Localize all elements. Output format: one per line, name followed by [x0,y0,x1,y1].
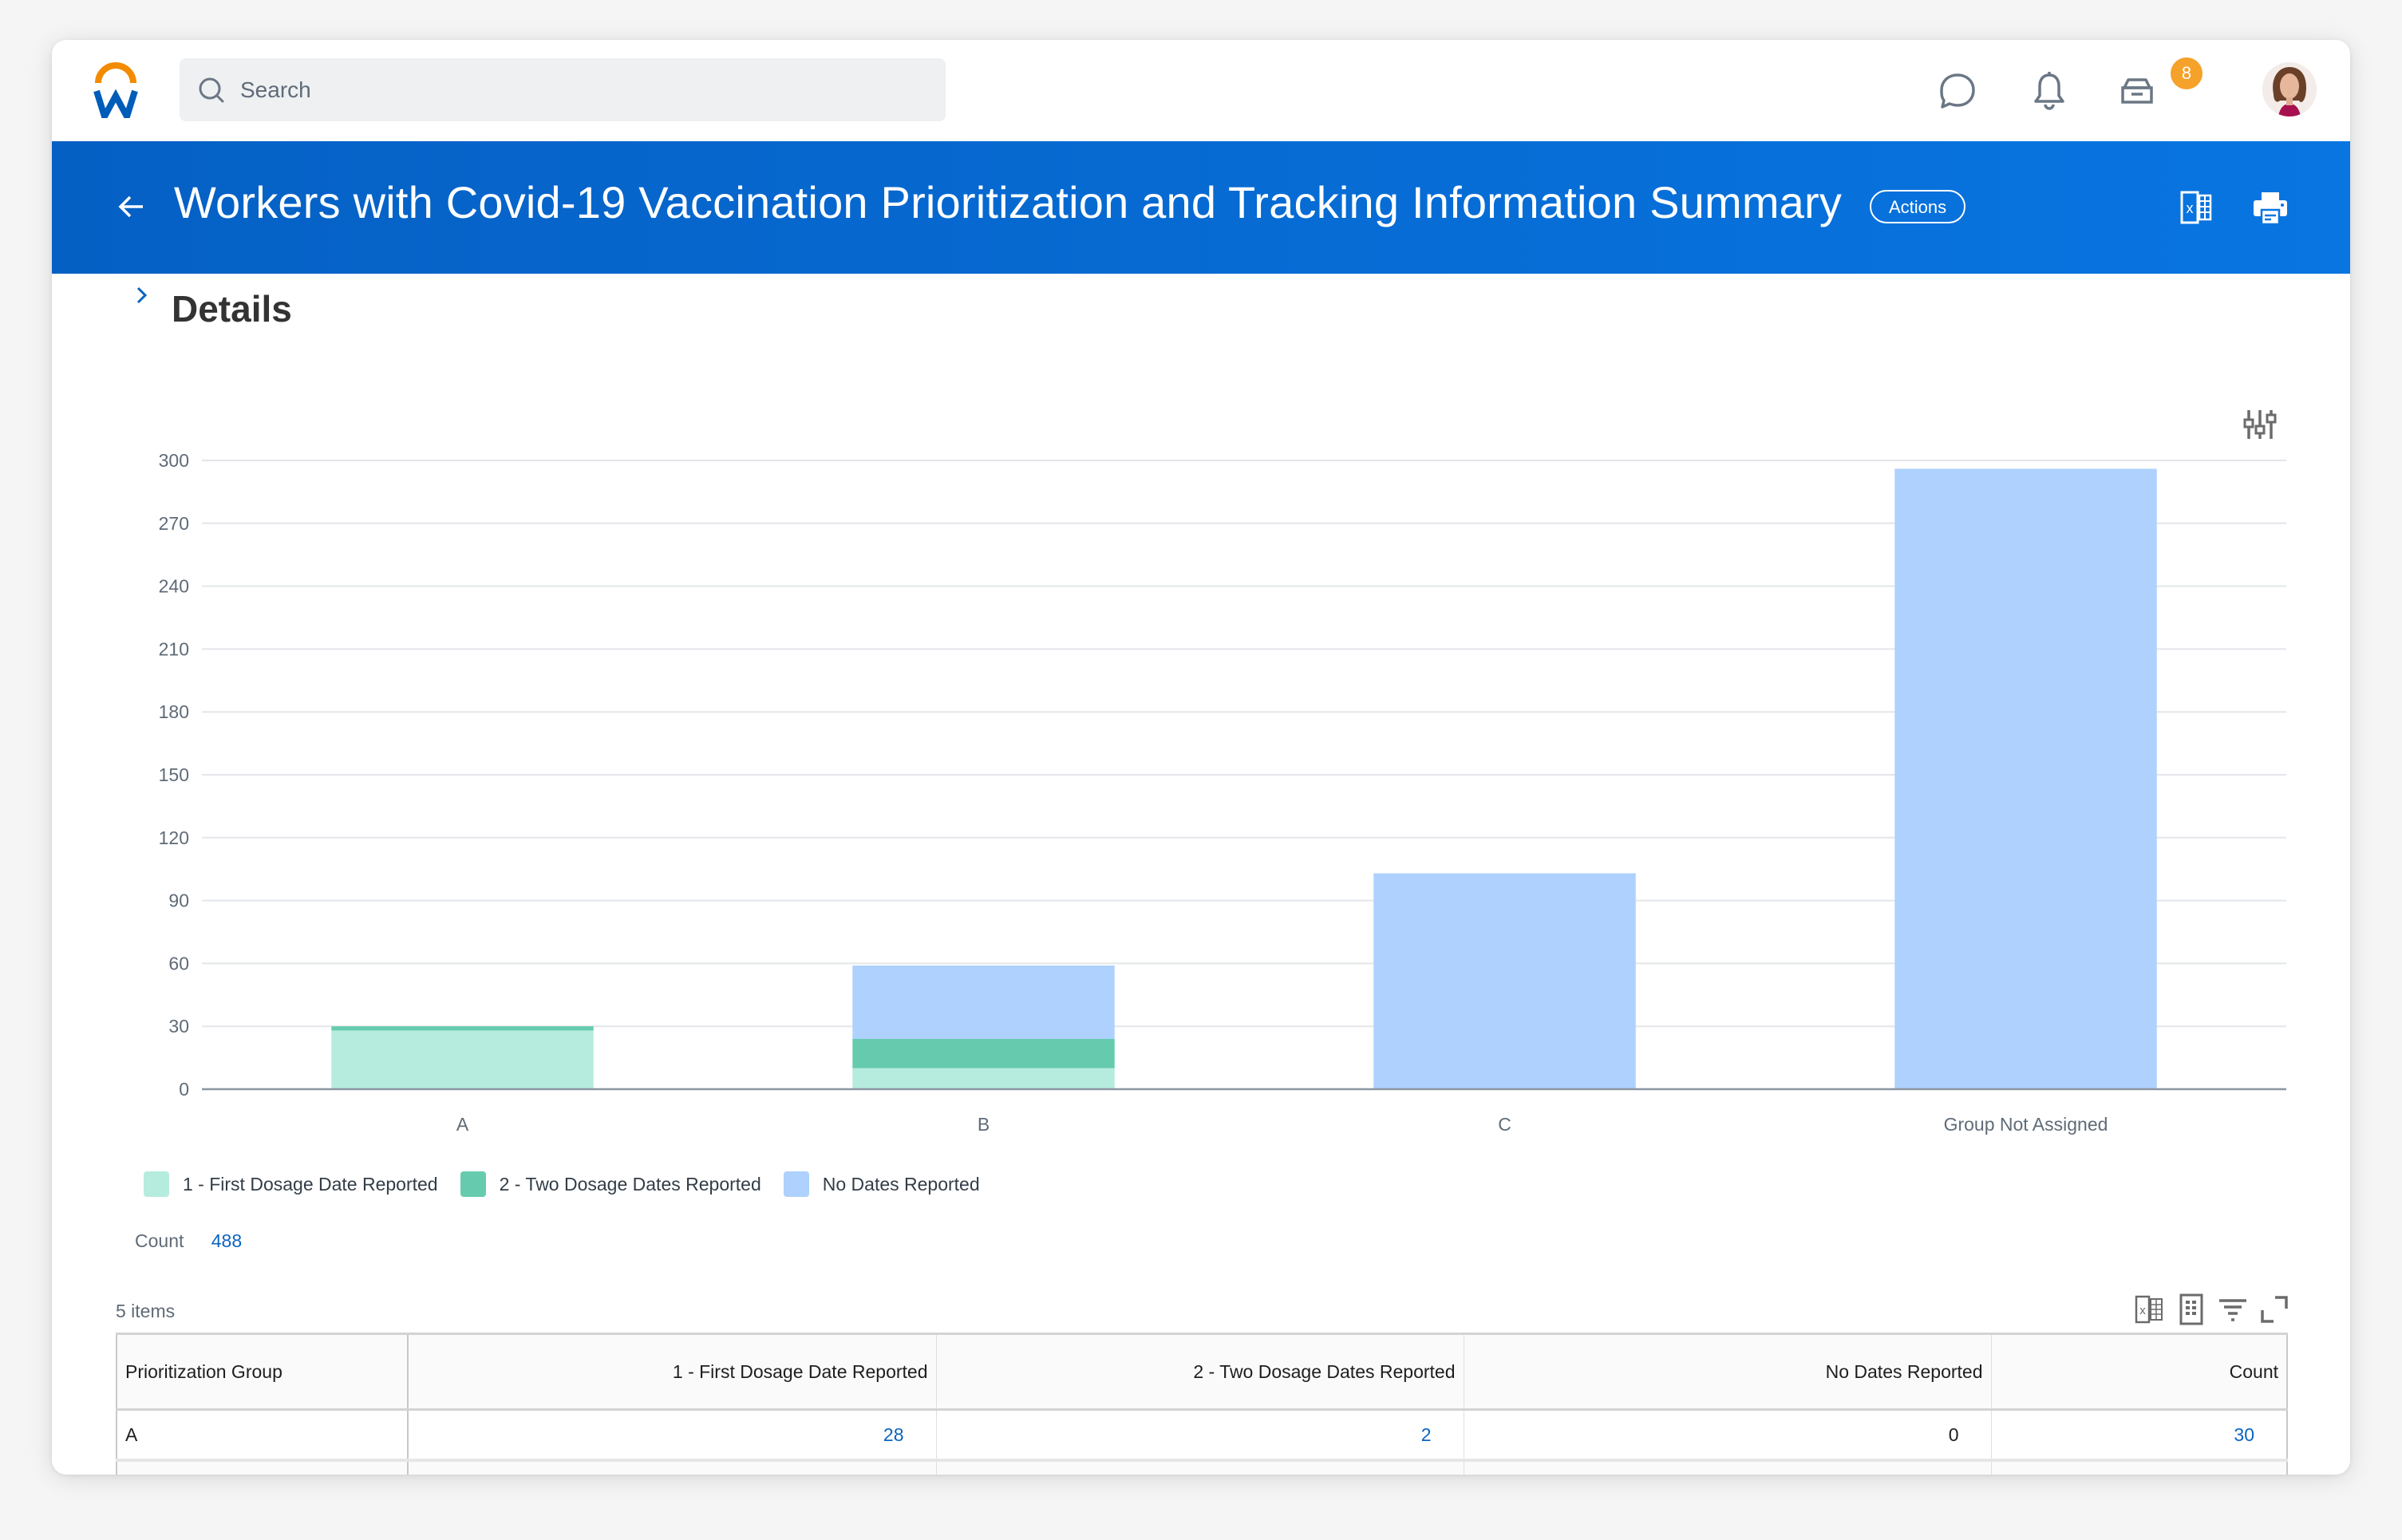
bar-segment[interactable] [852,965,1115,1039]
page-title: Workers with Covid-19 Vaccination Priori… [174,177,1843,227]
back-arrow-icon[interactable] [116,191,148,223]
svg-text:x: x [2187,200,2194,216]
chart-legend: 1 - First Dosage Date Reported 2 - Two D… [144,1171,1002,1197]
count-value-link[interactable]: 488 [211,1230,242,1251]
search-icon [199,77,224,102]
y-tick-label: 30 [168,1016,189,1037]
legend-item-first-dosage[interactable]: 1 - First Dosage Date Reported [144,1171,438,1197]
table-row: B 10 14 35 59 [116,1460,2288,1475]
y-tick-label: 0 [179,1079,189,1100]
y-tick-label: 150 [159,764,189,785]
y-tick-label: 120 [159,827,189,848]
legend-item-two-dosages[interactable]: 2 - Two Dosage Dates Reported [460,1171,761,1197]
y-tick-label: 300 [159,450,189,471]
cell-first-dosage[interactable]: 28 [408,1409,937,1462]
count-label: Count [135,1230,184,1251]
column-header-group[interactable]: Prioritization Group [116,1333,409,1411]
page-header: Workers with Covid-19 Vaccination Priori… [52,141,2350,274]
top-navigation-bar: 8 [52,40,2350,141]
total-count: Count 488 [135,1230,242,1252]
column-header-count[interactable]: Count [1991,1333,2288,1411]
export-excel-icon[interactable]: x [2133,1293,2167,1326]
column-view-icon[interactable] [2175,1293,2208,1326]
report-window: 8 Workers with Covid-19 Vaccination Prio… [52,40,2350,1475]
chart-settings-icon[interactable] [2242,407,2278,442]
bar-segment[interactable] [1373,873,1636,1089]
legend-swatch [144,1171,169,1197]
bar-segment[interactable] [1894,468,2157,1089]
legend-item-no-dates[interactable]: No Dates Reported [783,1171,980,1197]
y-tick-label: 60 [168,953,189,973]
bar-segment[interactable] [852,1038,1115,1068]
cell-two-dosages[interactable]: 2 [936,1409,1464,1462]
items-count: 5 items [116,1301,176,1321]
fullscreen-icon[interactable] [2258,1293,2291,1326]
bar-segment[interactable] [331,1030,594,1089]
y-tick-label: 240 [159,576,189,597]
legend-swatch [460,1171,486,1197]
column-header-first-dosage[interactable]: 1 - First Dosage Date Reported [408,1333,937,1411]
legend-swatch [783,1171,809,1197]
filter-icon[interactable] [2216,1293,2250,1326]
bell-icon[interactable] [2027,69,2072,113]
global-search[interactable] [180,58,946,121]
cell-first-dosage[interactable]: 10 [408,1460,937,1475]
export-excel-icon[interactable]: x [2177,188,2217,227]
x-tick-label: A [456,1114,469,1135]
actions-button[interactable]: Actions [1870,190,1966,223]
x-tick-label: Group Not Assigned [1944,1114,2108,1135]
cell-no-dates[interactable]: 35 [1464,1460,1992,1475]
cell-count[interactable]: 59 [1991,1460,2288,1475]
user-avatar-image [2262,62,2317,116]
column-header-two-dosages[interactable]: 2 - Two Dosage Dates Reported [936,1333,1464,1411]
summary-table: Prioritization Group 1 - First Dosage Da… [116,1333,2288,1475]
y-tick-label: 90 [168,890,189,911]
column-header-no-dates[interactable]: No Dates Reported [1464,1333,1992,1411]
x-tick-label: C [1498,1114,1511,1135]
cell-group: A [116,1409,409,1462]
legend-label: 2 - Two Dosage Dates Reported [499,1173,761,1194]
y-tick-label: 180 [159,701,189,722]
legend-label: 1 - First Dosage Date Reported [183,1173,438,1194]
section-title: Details [172,288,292,330]
bar-segment[interactable] [852,1068,1115,1089]
search-input[interactable] [239,76,880,104]
legend-label: No Dates Reported [822,1173,980,1194]
workday-logo-icon[interactable] [92,61,140,118]
y-tick-label: 270 [159,513,189,534]
cell-count[interactable]: 30 [1991,1409,2288,1462]
user-avatar[interactable] [2262,62,2317,116]
svg-text:x: x [2139,1304,2146,1317]
x-tick-label: B [978,1114,990,1135]
table-header-row: Prioritization Group 1 - First Dosage Da… [116,1333,2288,1411]
y-tick-label: 210 [159,638,189,659]
cell-group: B [116,1460,409,1475]
inbox-tray-icon[interactable] [2115,69,2159,113]
inbox-count-badge: 8 [2171,57,2202,89]
chat-bubble-icon[interactable] [1935,69,1980,113]
table-row: A 28 2 0 30 [116,1409,2288,1462]
cell-no-dates: 0 [1464,1409,1992,1462]
bar-segment[interactable] [331,1026,594,1031]
expand-chevron-icon[interactable] [133,283,151,307]
print-icon[interactable] [2250,188,2290,227]
cell-two-dosages[interactable]: 14 [936,1460,1464,1475]
